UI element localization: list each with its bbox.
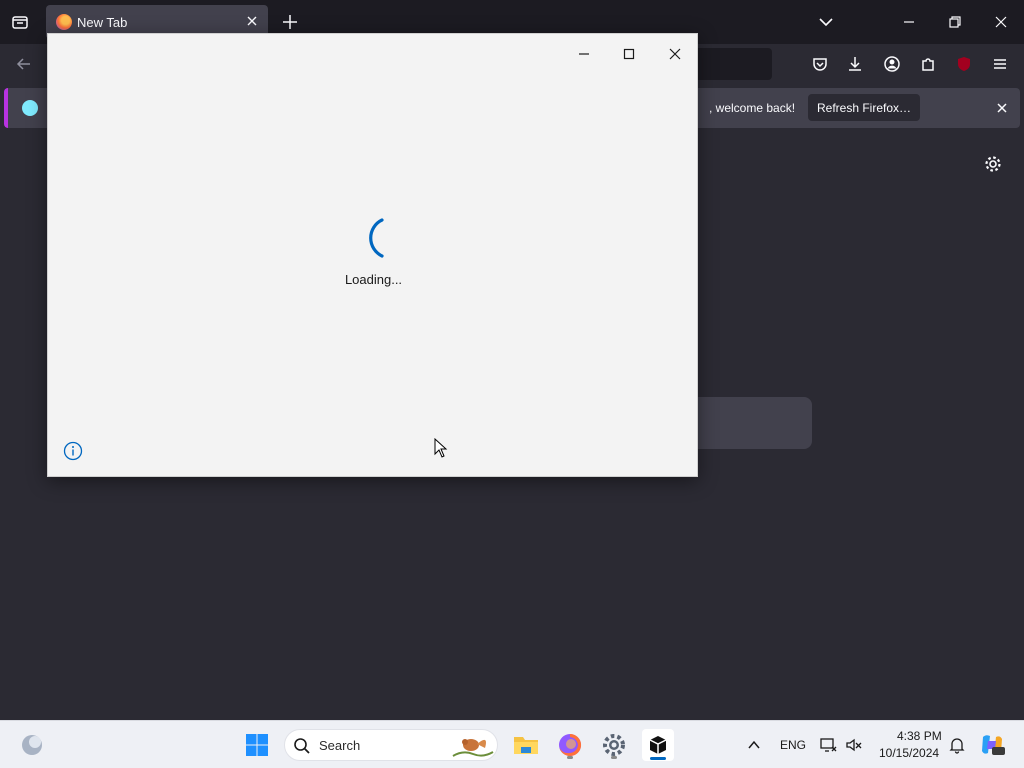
input-language[interactable]: ENG: [780, 738, 806, 752]
loading-dialog-window: Loading...: [47, 33, 698, 477]
copilot-icon[interactable]: [976, 729, 1008, 761]
refresh-firefox-button[interactable]: Refresh Firefox…: [808, 94, 920, 121]
network-icon[interactable]: [815, 729, 841, 761]
search-icon: [293, 737, 311, 760]
info-icon: [22, 100, 38, 116]
newtab-search-box[interactable]: [690, 397, 812, 449]
account-icon[interactable]: [882, 54, 902, 74]
search-highlight-squirrel-icon: [449, 732, 495, 765]
active-window-indicator: [650, 757, 666, 760]
notification-bell-icon[interactable]: [944, 729, 970, 761]
close-icon[interactable]: [657, 39, 693, 69]
chevron-up-icon[interactable]: [738, 729, 770, 761]
weather-widget-icon[interactable]: [16, 729, 48, 761]
close-icon[interactable]: [994, 100, 1010, 116]
info-icon[interactable]: [63, 441, 83, 461]
maximize-icon[interactable]: [611, 39, 647, 69]
tab-close-icon[interactable]: [244, 13, 260, 29]
pocket-icon[interactable]: [810, 54, 830, 74]
back-arrow-icon[interactable]: [14, 54, 34, 74]
mouse-cursor-icon: [434, 437, 448, 458]
taskbar-search-box[interactable]: Search: [284, 729, 498, 761]
firefox-favicon-icon: [56, 14, 72, 30]
clock-time[interactable]: 4:38 PM: [897, 729, 942, 743]
settings-gear-taskbar-icon[interactable]: [598, 729, 630, 761]
restore-icon[interactable]: [943, 10, 967, 34]
running-indicator: [567, 756, 573, 759]
volume-muted-icon[interactable]: [841, 729, 867, 761]
minimize-icon[interactable]: [897, 10, 921, 34]
windows-start-icon[interactable]: [241, 729, 273, 761]
extensions-icon[interactable]: [918, 54, 938, 74]
downloads-icon[interactable]: [845, 54, 865, 74]
tab-title: New Tab: [77, 15, 128, 30]
loading-spinner: [369, 218, 384, 258]
minimize-icon[interactable]: [566, 39, 602, 69]
chevron-down-icon[interactable]: [814, 10, 838, 34]
url-bar[interactable]: [690, 48, 772, 80]
gear-icon[interactable]: [983, 154, 1003, 174]
running-indicator: [611, 756, 617, 759]
file-explorer-icon[interactable]: [510, 729, 542, 761]
clock-date[interactable]: 10/15/2024: [879, 746, 939, 760]
taskbar: Search ENG 4:38 PM 10/15/2024: [0, 720, 1024, 768]
firefox-taskbar-icon[interactable]: [554, 729, 586, 761]
package-app-icon[interactable]: [642, 729, 674, 761]
new-tab-plus-icon[interactable]: [280, 12, 300, 32]
menu-hamburger-icon[interactable]: [990, 54, 1010, 74]
loading-text: Loading...: [344, 272, 403, 287]
close-window-icon[interactable]: [989, 10, 1013, 34]
ublock-origin-icon[interactable]: [954, 54, 974, 74]
search-label: Search: [319, 738, 361, 753]
notification-message: , welcome back!: [709, 101, 796, 115]
list-all-tabs-icon[interactable]: [8, 10, 32, 34]
